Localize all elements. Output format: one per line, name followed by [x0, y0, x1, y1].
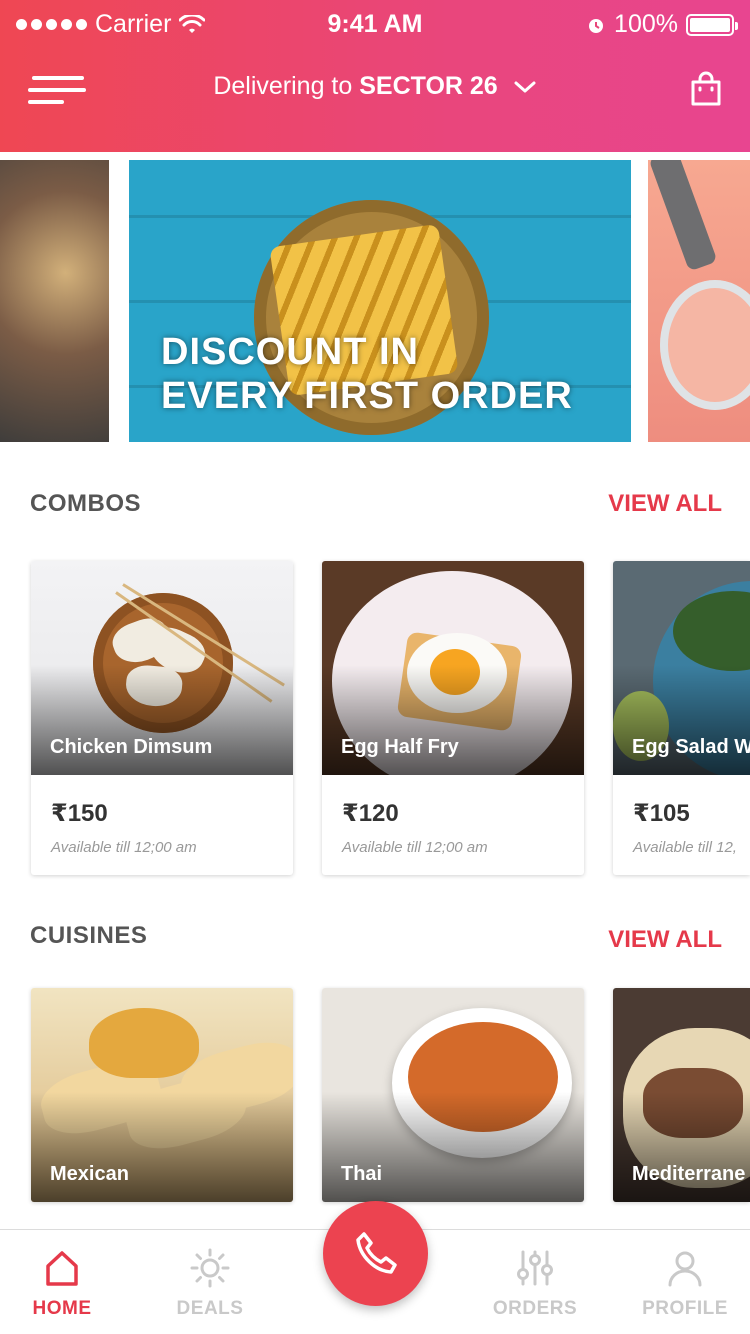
cuisines-title: CUISINES — [30, 922, 148, 949]
combo-price: ₹120 — [342, 800, 399, 827]
tab-home[interactable]: HOME — [0, 1230, 127, 1334]
combo-price: ₹105 — [633, 800, 690, 827]
combo-name: Chicken Dimsum — [50, 736, 213, 758]
combo-image: Egg Salad W — [613, 561, 750, 775]
user-icon — [668, 1251, 702, 1287]
cuisine-image: Thai — [322, 988, 584, 1202]
sun-icon — [190, 1248, 230, 1288]
combo-card-egg-half-fry[interactable]: Egg Half Fry ₹120 Available till 12;00 a… — [322, 561, 584, 875]
app-header: Carrier 9:41 AM 100% Delivering to SECTO — [0, 0, 750, 152]
phone-icon — [356, 1232, 397, 1274]
combo-name: Egg Salad W — [632, 736, 750, 758]
combo-price: ₹150 — [51, 800, 108, 827]
tab-label: HOME — [32, 1298, 92, 1319]
cuisine-image: Mexican — [31, 988, 293, 1202]
combos-view-all-link[interactable]: VIEW ALL — [608, 490, 722, 518]
banner-title-line2: EVERY FIRST ORDER — [161, 375, 573, 417]
combo-availability: Available till 12;00 am — [51, 839, 197, 856]
sliders-icon — [517, 1250, 553, 1286]
tab-label: ORDERS — [492, 1298, 578, 1319]
chevron-down-icon — [514, 81, 536, 93]
location-name: SECTOR 26 — [359, 72, 498, 100]
status-right: 100% — [586, 10, 738, 39]
alarm-icon — [589, 18, 604, 33]
status-bar: Carrier 9:41 AM 100% — [0, 0, 750, 50]
call-button[interactable] — [323, 1201, 428, 1306]
banner-prev-image[interactable] — [0, 160, 109, 442]
tab-label: DEALS — [176, 1298, 244, 1319]
tab-profile[interactable]: PROFILE — [620, 1230, 750, 1334]
shopping-bag-icon[interactable] — [690, 70, 722, 106]
tab-orders[interactable]: ORDERS — [470, 1230, 600, 1334]
tab-deals[interactable]: DEALS — [145, 1230, 275, 1334]
combo-image: Chicken Dimsum — [31, 561, 293, 775]
combo-card-chicken-dimsum[interactable]: Chicken Dimsum ₹150 Available till 12;00… — [31, 561, 293, 875]
promo-carousel[interactable]: DISCOUNT IN EVERY FIRST ORDER — [0, 160, 750, 442]
combo-card-egg-salad[interactable]: Egg Salad W ₹105 Available till 12, — [613, 561, 750, 875]
combo-image: Egg Half Fry — [322, 561, 584, 775]
combos-title: COMBOS — [30, 490, 141, 517]
combo-availability: Available till 12, — [633, 839, 737, 856]
cuisine-card-mediterranean[interactable]: Mediterrane — [613, 988, 750, 1202]
battery-percent: 100% — [614, 10, 678, 38]
banner-next-image[interactable] — [648, 160, 750, 442]
combo-availability: Available till 12;00 am — [342, 839, 488, 856]
location-prefix: Delivering to — [213, 72, 353, 100]
nav-row: Delivering to SECTOR 26 — [0, 60, 750, 120]
home-icon — [46, 1251, 78, 1286]
delivery-location-selector[interactable]: Delivering to SECTOR 26 — [0, 72, 750, 101]
cuisine-card-mexican[interactable]: Mexican — [31, 988, 293, 1202]
cuisine-name: Mediterrane — [632, 1163, 746, 1185]
tab-label: PROFILE — [642, 1298, 728, 1319]
battery-icon — [686, 13, 738, 36]
banner-title-line1: DISCOUNT IN — [161, 331, 419, 373]
banner-main[interactable]: DISCOUNT IN EVERY FIRST ORDER — [129, 160, 631, 442]
cuisine-card-thai[interactable]: Thai — [322, 988, 584, 1202]
cuisine-image: Mediterrane — [613, 988, 750, 1202]
cuisines-view-all-link[interactable]: VIEW ALL — [608, 926, 722, 954]
banner-title: DISCOUNT IN EVERY FIRST ORDER — [161, 330, 573, 418]
cuisine-name: Mexican — [50, 1163, 129, 1185]
combo-name: Egg Half Fry — [341, 736, 459, 758]
cuisine-name: Thai — [341, 1163, 383, 1185]
